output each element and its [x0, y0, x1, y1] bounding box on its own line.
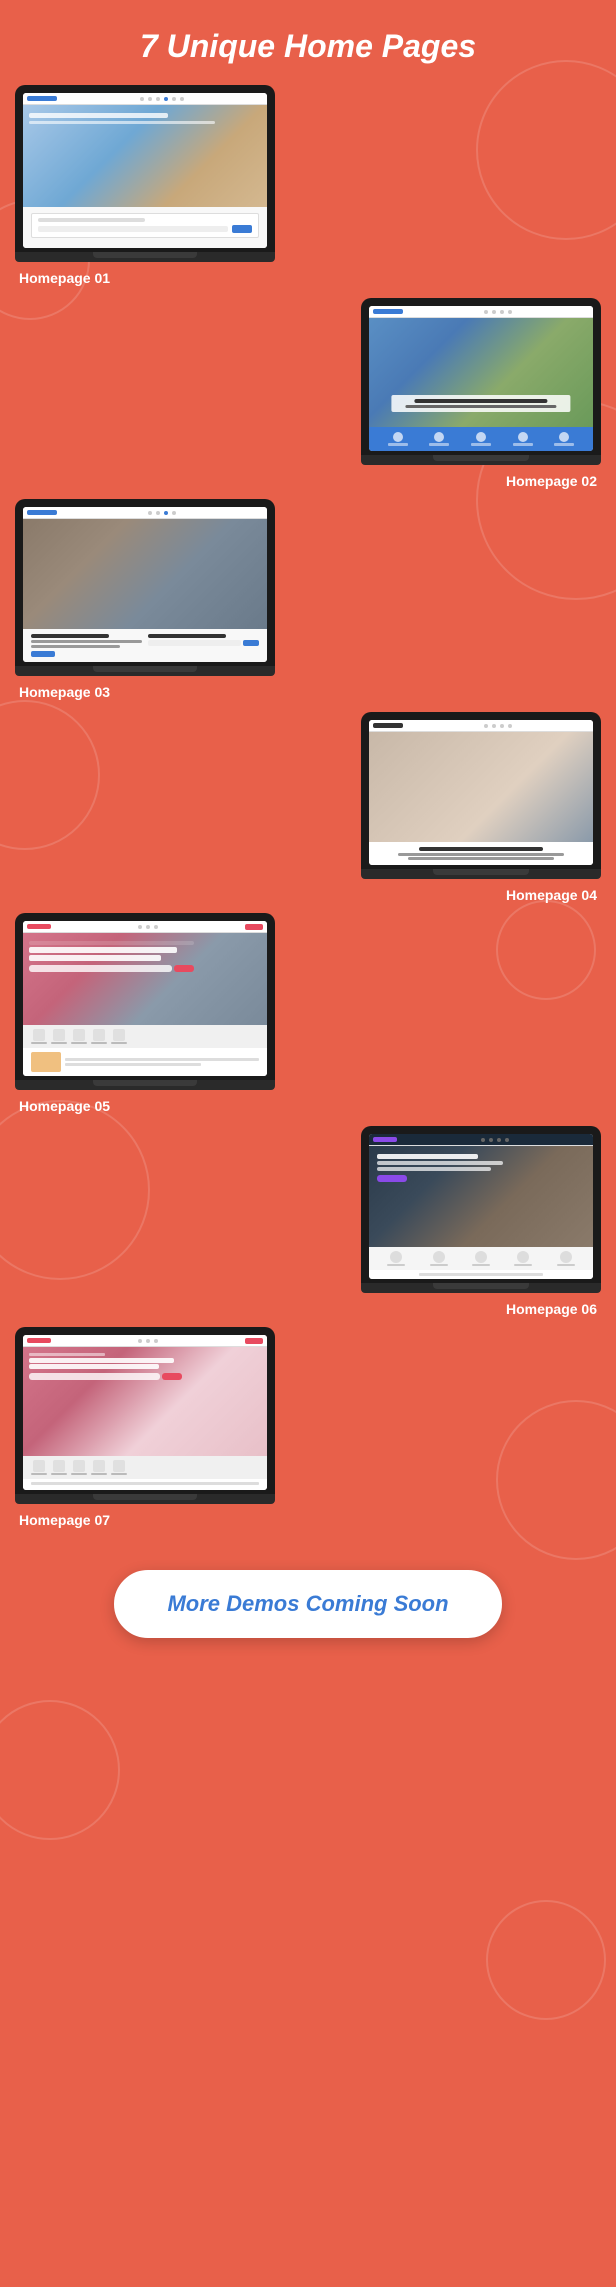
homepage-04-section: Homepage 04 [0, 712, 616, 903]
homepage-05-label: Homepage 05 [15, 1098, 275, 1114]
homepage-03-section: Homepage 03 [0, 499, 616, 702]
homepage-07-section: Homepage 07 [0, 1327, 616, 1530]
laptop-02[interactable]: Homepage 02 [361, 298, 601, 489]
homepage-03-label: Homepage 03 [15, 684, 275, 700]
homepage-01-section: Homepage 01 [0, 85, 616, 288]
laptop-06[interactable]: Homepage 06 [361, 1126, 601, 1317]
homepage-07-label: Homepage 07 [15, 1512, 275, 1528]
homepage-06-section: Homepage 06 [0, 1126, 616, 1317]
laptop-05[interactable]: Homepage 05 [15, 913, 275, 1114]
laptop-07[interactable]: Homepage 07 [15, 1327, 275, 1528]
laptop-01[interactable]: Homepage 01 [15, 85, 275, 286]
homepage-02-section: Homepage 02 [0, 298, 616, 489]
cta-section: More Demos Coming Soon [0, 1540, 616, 1678]
laptop-03[interactable]: Homepage 03 [15, 499, 275, 700]
homepage-05-section: Homepage 05 [0, 913, 616, 1116]
page-title: 7 Unique Home Pages [0, 0, 616, 85]
more-demos-button[interactable]: More Demos Coming Soon [114, 1570, 501, 1638]
homepage-02-label: Homepage 02 [361, 473, 601, 489]
laptop-04[interactable]: Homepage 04 [361, 712, 601, 903]
homepage-06-label: Homepage 06 [361, 1301, 601, 1317]
homepage-01-label: Homepage 01 [15, 270, 275, 286]
homepage-04-label: Homepage 04 [361, 887, 601, 903]
